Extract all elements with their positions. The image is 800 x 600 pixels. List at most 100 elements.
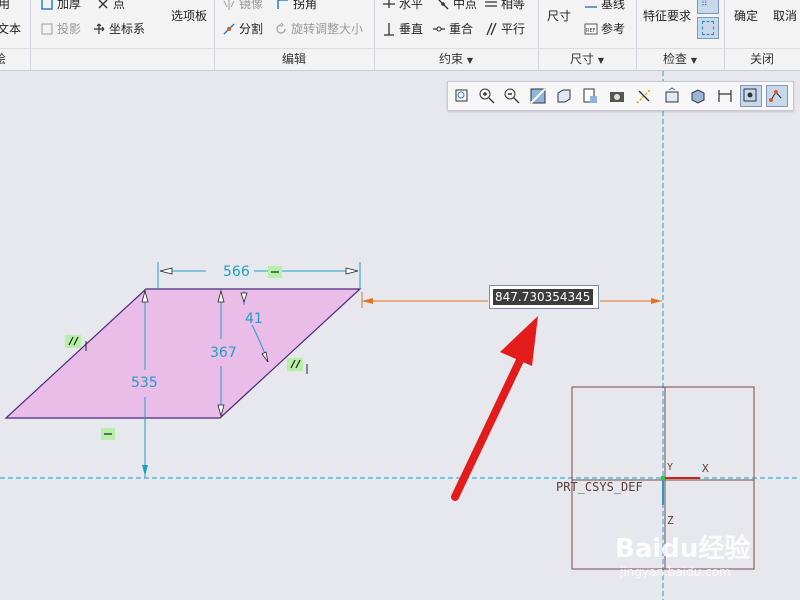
group-label-inspect-text: 检查	[663, 52, 688, 66]
corner-label: 拐角	[293, 0, 318, 11]
thicken-button[interactable]: 加厚	[40, 0, 81, 12]
ribbon-group-sketch-left: 用 文本 绘	[0, 0, 31, 70]
sketch-view-button[interactable]	[663, 87, 681, 105]
dimension-button[interactable]: 尺寸	[547, 8, 571, 24]
rotate-resize-label: 旋转调整大小	[291, 22, 364, 36]
dimension-label: 尺寸	[547, 9, 572, 23]
project-button[interactable]: 投影	[40, 21, 81, 37]
datum-display-button[interactable]	[635, 87, 653, 105]
horizontal-constraint-marker-top[interactable]	[268, 266, 282, 278]
named-view-button[interactable]	[581, 87, 599, 105]
vertex-display-toggle[interactable]	[766, 85, 788, 107]
mirror-icon	[222, 0, 236, 11]
baseline-label: 基线	[601, 0, 626, 11]
open-ends-toggle[interactable]	[697, 17, 719, 39]
cancel-label: 取消	[773, 9, 798, 23]
ok-label: 确定	[734, 9, 759, 23]
watermark-brand: Baidu经验	[615, 534, 751, 564]
ribbon-group-constrain: 水平 中点 相等 垂直 重合 平行 约束 ▼	[374, 0, 539, 70]
group-label-sketch: 绘	[0, 52, 7, 66]
dimension-edit-box[interactable]	[489, 285, 599, 309]
csys-icon	[92, 22, 106, 36]
ribbon-partial-label-1: 用	[0, 0, 11, 11]
equal-icon	[484, 0, 498, 11]
midpoint-constraint-button[interactable]: 中点	[436, 0, 477, 12]
coincident-icon	[432, 22, 446, 36]
palette-button[interactable]: 选项板	[171, 8, 207, 24]
divide-icon	[222, 22, 236, 36]
parallel-constraint-bg-left	[65, 335, 81, 348]
sketch-view-icon	[665, 87, 679, 103]
corner-icon	[276, 0, 290, 11]
chevron-down-icon: ▼	[690, 56, 697, 65]
group-label-constrain[interactable]: 约束 ▼	[374, 50, 538, 67]
baseline-button[interactable]: 基线	[584, 0, 625, 12]
sketch-canvas[interactable]	[0, 71, 800, 600]
red-annotation-arrow-shaft	[451, 352, 526, 501]
dim-edit-arrow-left	[362, 298, 373, 304]
dimension-display-button[interactable]	[716, 87, 734, 105]
equal-constraint-button[interactable]: 相等	[484, 0, 525, 12]
display-style-icon	[691, 89, 705, 104]
refit-button[interactable]	[453, 87, 471, 105]
midpoint-label: 中点	[453, 0, 478, 11]
open-ends-icon	[702, 21, 714, 35]
csys-y-label: Y	[667, 462, 674, 473]
parallelogram-sketch[interactable]	[4, 288, 362, 419]
dim-535-value[interactable]: 535	[131, 375, 158, 391]
csys-button[interactable]: 坐标系	[92, 21, 145, 37]
horizontal-constraint-button[interactable]: 水平	[382, 0, 423, 12]
dimension-display-icon	[718, 90, 732, 102]
dimension-value-input[interactable]	[493, 289, 593, 305]
group-label-inspect[interactable]: 检查 ▼	[636, 50, 724, 67]
display-style-button[interactable]	[689, 87, 707, 105]
ribbon-group-close: 确定 取消 关闭	[724, 0, 800, 70]
coincident-constraint-button[interactable]: 重合	[432, 21, 473, 37]
ribbon-text-button[interactable]: 文本	[0, 21, 21, 37]
overlap-geometry-toggle[interactable]: ⠿	[697, 0, 719, 14]
parallel-constraint-marker-right[interactable]	[287, 358, 308, 374]
vertex-display-icon	[769, 90, 782, 102]
dim-367-value[interactable]: 367	[210, 345, 237, 361]
horizontal-label: 水平	[399, 0, 424, 11]
baseline-icon	[584, 0, 598, 11]
divide-button[interactable]: 分割	[222, 21, 263, 37]
screenshot-button[interactable]	[608, 87, 626, 105]
midpoint-icon	[436, 0, 450, 11]
watermark-url: jingyan.baidu.com	[620, 565, 731, 579]
rotate-resize-button[interactable]: 旋转调整大小	[274, 21, 363, 37]
group-label-dimension[interactable]: 尺寸 ▼	[538, 50, 636, 67]
ok-button[interactable]: 确定	[734, 8, 758, 24]
coincident-label: 重合	[449, 22, 474, 36]
dim-41-value[interactable]: 41	[245, 311, 263, 327]
reference-button[interactable]: REF 参考	[584, 21, 625, 37]
point-button[interactable]: 点	[96, 0, 125, 12]
mirror-button[interactable]: 镜像	[222, 0, 263, 12]
saved-orientation-button[interactable]	[555, 87, 573, 105]
group-label-constrain-text: 约束	[439, 52, 464, 66]
dim-566-value[interactable]: 566	[223, 264, 250, 280]
camera-icon	[610, 92, 624, 102]
graphics-toolbar	[447, 81, 794, 111]
cancel-button[interactable]: 取消	[773, 8, 797, 24]
horizontal-constraint-marker-bottom[interactable]	[101, 428, 115, 440]
rotate-resize-icon	[274, 22, 288, 36]
palette-label: 选项板	[171, 9, 208, 23]
corner-button[interactable]: 拐角	[276, 0, 317, 12]
reference-icon: REF	[584, 22, 598, 36]
chevron-down-icon: ▼	[466, 56, 473, 65]
parallel-constraint-button[interactable]: 平行	[484, 21, 525, 37]
ribbon-partial-button-1[interactable]: 用	[0, 0, 10, 12]
feature-requirements-button[interactable]: 特征要求	[643, 8, 691, 24]
chevron-down-icon: ▼	[597, 56, 604, 65]
zoom-in-button[interactable]	[478, 87, 496, 105]
zoom-out-button[interactable]	[503, 87, 521, 105]
red-annotation-arrow-head	[500, 316, 538, 366]
constraint-display-toggle[interactable]	[740, 85, 762, 107]
repaint-button[interactable]	[529, 87, 547, 105]
vertical-constraint-button[interactable]: 垂直	[382, 21, 423, 37]
dim-566-arrow-left	[159, 267, 173, 275]
ribbon: 用 文本 绘 加厚 点 投影 坐标系 选项板 镜像 拐角 分割 旋转调整大小 编…	[0, 0, 800, 71]
dim-535-arrow-bottom	[142, 465, 148, 476]
svg-text:REF: REF	[586, 28, 596, 34]
